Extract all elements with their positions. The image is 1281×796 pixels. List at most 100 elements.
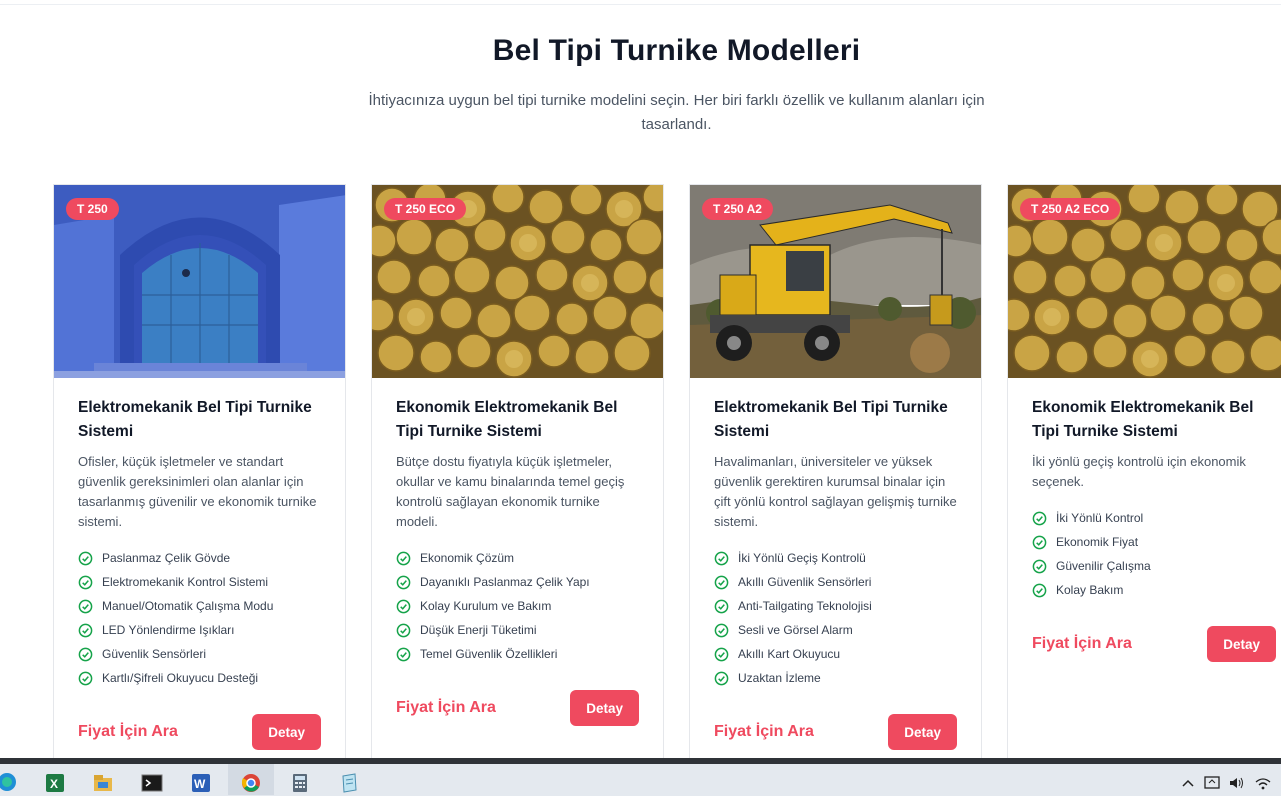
detail-button[interactable]: Detay bbox=[1207, 626, 1276, 662]
product-image-blue-door[interactable]: T 250 bbox=[54, 185, 345, 378]
product-image-coins[interactable]: T 250 A2 ECO bbox=[1008, 185, 1281, 378]
price-link[interactable]: Fiyat İçin Ara bbox=[396, 699, 496, 717]
feature-label: Akıllı Güvenlik Sensörleri bbox=[738, 575, 872, 589]
feature-label: Güvenilir Çalışma bbox=[1056, 559, 1151, 573]
product-card: T 250 A2 Elektromekanik Bel Tipi Turnike… bbox=[689, 184, 982, 784]
check-circle-icon bbox=[1032, 559, 1047, 573]
price-link[interactable]: Fiyat İçin Ara bbox=[78, 723, 178, 741]
feature-item: Sesli ve Görsel Alarm bbox=[714, 618, 957, 642]
feature-label: Ekonomik Çözüm bbox=[420, 551, 515, 565]
wifi-icon[interactable] bbox=[1254, 775, 1272, 791]
detail-button[interactable]: Detay bbox=[888, 714, 957, 750]
card-title: Elektromekanik Bel Tipi Turnike Sistemi bbox=[714, 399, 948, 440]
price-link[interactable]: Fiyat İçin Ara bbox=[1032, 635, 1132, 653]
feature-item: Ekonomik Fiyat bbox=[1032, 530, 1257, 554]
feature-label: İki Yönlü Geçiş Kontrolü bbox=[738, 551, 866, 565]
check-circle-icon bbox=[714, 647, 729, 661]
page-subtitle: İhtiyacınıza uygun bel tipi turnike mode… bbox=[368, 92, 985, 133]
check-circle-icon bbox=[714, 551, 729, 565]
header-divider bbox=[0, 4, 1281, 5]
feature-item: Kolay Bakım bbox=[1032, 578, 1257, 602]
card-title: Elektromekanik Bel Tipi Turnike Sistemi bbox=[78, 399, 312, 440]
feature-item: İki Yönlü Kontrol bbox=[1032, 506, 1257, 530]
feature-item: Paslanmaz Çelik Gövde bbox=[78, 546, 321, 570]
feature-item: Ekonomik Çözüm bbox=[396, 546, 639, 570]
card-title: Ekonomik Elektromekanik Bel Tipi Turnike… bbox=[1032, 399, 1254, 440]
product-card: T 250 ECO Ekonomik Elektromekanik Bel Ti… bbox=[371, 184, 664, 784]
card-description: Ofisler, küçük işletmeler ve standart gü… bbox=[78, 454, 317, 529]
detail-button[interactable]: Detay bbox=[570, 690, 639, 726]
feature-label: Paslanmaz Çelik Gövde bbox=[102, 551, 231, 565]
check-circle-icon bbox=[714, 671, 729, 685]
check-circle-icon bbox=[78, 671, 93, 685]
feature-label: Kolay Bakım bbox=[1056, 583, 1124, 597]
card-description: İki yönlü geçiş kontrolü için ekonomik s… bbox=[1032, 454, 1246, 489]
feature-item: Güvenilir Çalışma bbox=[1032, 554, 1257, 578]
svg-text:W: W bbox=[194, 777, 206, 791]
model-badge: T 250 bbox=[66, 198, 119, 220]
page-title: Bel Tipi Turnike Modelleri bbox=[492, 34, 861, 67]
check-circle-icon bbox=[396, 599, 411, 613]
check-circle-icon bbox=[78, 575, 93, 589]
feature-label: İki Yönlü Kontrol bbox=[1056, 511, 1144, 525]
feature-label: Manuel/Otomatik Çalışma Modu bbox=[102, 599, 274, 613]
taskbar-edge bbox=[0, 758, 1281, 764]
check-circle-icon bbox=[78, 599, 93, 613]
check-circle-icon bbox=[396, 551, 411, 565]
calculator-icon[interactable] bbox=[289, 773, 311, 793]
terminal-icon[interactable] bbox=[141, 773, 163, 793]
card-description: Bütçe dostu fiyatıyla küçük işletmeler, … bbox=[396, 454, 625, 529]
model-badge: T 250 A2 ECO bbox=[1020, 198, 1121, 220]
feature-item: Kartlı/Şifreli Okuyucu Desteği bbox=[78, 666, 321, 690]
check-circle-icon bbox=[78, 647, 93, 661]
file-explorer-icon[interactable] bbox=[92, 773, 114, 793]
product-image-coins[interactable]: T 250 ECO bbox=[372, 185, 663, 378]
feature-item: Akıllı Güvenlik Sensörleri bbox=[714, 570, 957, 594]
feature-label: LED Yönlendirme Işıkları bbox=[102, 623, 235, 637]
check-circle-icon bbox=[396, 623, 411, 637]
feature-item: Kolay Kurulum ve Bakım bbox=[396, 594, 639, 618]
feature-item: Anti-Tailgating Teknolojisi bbox=[714, 594, 957, 618]
feature-label: Temel Güvenlik Özellikleri bbox=[420, 647, 558, 661]
model-badge: T 250 ECO bbox=[384, 198, 467, 220]
notepad-icon[interactable] bbox=[338, 773, 360, 793]
network-icon[interactable] bbox=[1203, 775, 1221, 791]
feature-item: LED Yönlendirme Işıkları bbox=[78, 618, 321, 642]
check-circle-icon bbox=[714, 623, 729, 637]
check-circle-icon bbox=[714, 599, 729, 613]
chrome-icon[interactable] bbox=[240, 773, 262, 793]
svg-text:X: X bbox=[50, 777, 58, 791]
detail-button[interactable]: Detay bbox=[252, 714, 321, 750]
check-circle-icon bbox=[714, 575, 729, 589]
edge-icon[interactable] bbox=[0, 771, 18, 791]
feature-list: İki Yönlü Geçiş Kontrolü Akıllı Güvenlik… bbox=[714, 546, 957, 690]
check-circle-icon bbox=[1032, 535, 1047, 549]
chevron-up-icon[interactable] bbox=[1180, 775, 1196, 791]
feature-list: Ekonomik Çözüm Dayanıklı Paslanmaz Çelik… bbox=[396, 546, 639, 666]
feature-item: Manuel/Otomatik Çalışma Modu bbox=[78, 594, 321, 618]
feature-label: Elektromekanik Kontrol Sistemi bbox=[102, 575, 269, 589]
excel-icon[interactable]: X bbox=[44, 773, 66, 793]
card-description: Havalimanları, üniversiteler ve yüksek g… bbox=[714, 454, 957, 529]
feature-label: Sesli ve Görsel Alarm bbox=[738, 623, 853, 637]
check-circle-icon bbox=[396, 647, 411, 661]
check-circle-icon bbox=[78, 551, 93, 565]
check-circle-icon bbox=[1032, 511, 1047, 525]
word-icon[interactable]: W bbox=[190, 773, 212, 793]
feature-label: Kartlı/Şifreli Okuyucu Desteği bbox=[102, 671, 259, 685]
feature-label: Düşük Enerji Tüketimi bbox=[420, 623, 537, 637]
feature-item: Akıllı Kart Okuyucu bbox=[714, 642, 957, 666]
feature-item: Elektromekanik Kontrol Sistemi bbox=[78, 570, 321, 594]
card-title: Ekonomik Elektromekanik Bel Tipi Turnike… bbox=[396, 399, 618, 440]
product-card: T 250 A2 ECO Ekonomik Elektromekanik Bel… bbox=[1007, 184, 1281, 784]
check-circle-icon bbox=[78, 623, 93, 637]
price-link[interactable]: Fiyat İçin Ara bbox=[714, 723, 814, 741]
feature-item: Temel Güvenlik Özellikleri bbox=[396, 642, 639, 666]
product-card: T 250 Elektromekanik Bel Tipi Turnike Si… bbox=[53, 184, 346, 784]
feature-item: Düşük Enerji Tüketimi bbox=[396, 618, 639, 642]
feature-item: Uzaktan İzleme bbox=[714, 666, 957, 690]
feature-label: Kolay Kurulum ve Bakım bbox=[420, 599, 552, 613]
volume-icon[interactable] bbox=[1228, 775, 1246, 791]
check-circle-icon bbox=[1032, 583, 1047, 597]
product-image-excavator[interactable]: T 250 A2 bbox=[690, 185, 981, 378]
